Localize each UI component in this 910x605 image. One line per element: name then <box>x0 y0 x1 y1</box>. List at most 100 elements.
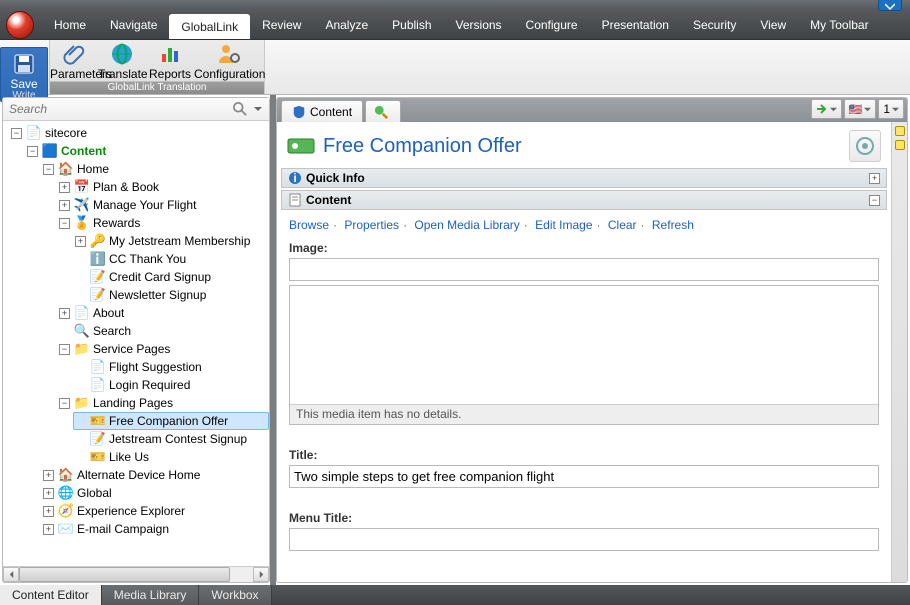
plane-icon: ✈️ <box>74 197 90 213</box>
menu-publish[interactable]: Publish <box>380 10 443 39</box>
tree-node-like-us[interactable]: 🎫Like Us <box>73 448 269 466</box>
link-refresh[interactable]: Refresh <box>652 218 694 232</box>
tree-node-login-required[interactable]: 📄Login Required <box>73 376 269 394</box>
tree-node-plan-book[interactable]: +📅Plan & Book <box>57 178 269 196</box>
tree-node-landing-pages[interactable]: −📁Landing Pages <box>57 394 269 412</box>
bottom-tab-workbox[interactable]: Workbox <box>199 585 271 605</box>
tree-node-service-pages[interactable]: −📁Service Pages <box>57 340 269 358</box>
menu-analyze[interactable]: Analyze <box>313 10 380 39</box>
tree-node-contest-signup[interactable]: 📝Jetstream Contest Signup <box>73 430 269 448</box>
section-quick-info[interactable]: i Quick Info + <box>281 168 887 188</box>
section-content[interactable]: Content − <box>281 190 887 210</box>
tree-node-global[interactable]: +🌐Global <box>41 484 269 502</box>
mail-icon: ✉️ <box>58 521 74 537</box>
configuration-button[interactable]: Configuration <box>194 42 264 81</box>
tree-node-sitecore[interactable]: −📄sitecore <box>9 124 269 142</box>
expand-icon[interactable]: + <box>869 173 880 184</box>
tree-node-newsletter[interactable]: 📝Newsletter Signup <box>73 286 269 304</box>
page-icon: 📄 <box>74 305 90 321</box>
form-icon: 📝 <box>90 431 106 447</box>
bottom-tabbar: Content Editor Media Library Workbox <box>0 585 910 605</box>
menu-review[interactable]: Review <box>250 10 313 39</box>
language-button[interactable]: 🇺🇸 <box>844 99 877 119</box>
save-label: Save <box>1 77 47 91</box>
tree-node-cc-signup[interactable]: 📝Credit Card Signup <box>73 268 269 286</box>
doc-icon: 📄 <box>26 125 42 141</box>
cube-icon: 🟦 <box>42 143 58 159</box>
info-icon: i <box>288 171 302 185</box>
link-edit-image[interactable]: Edit Image <box>535 218 592 232</box>
menu-home[interactable]: Home <box>42 10 98 39</box>
page-title: Free Companion Offer <box>323 135 522 158</box>
tree-node-about[interactable]: +📄About <box>57 304 269 322</box>
menu-presentation[interactable]: Presentation <box>590 10 681 39</box>
ribbon: Save Write Parameters Translate <box>0 40 910 95</box>
ticket-icon: 🎫 <box>90 413 106 429</box>
translate-button[interactable]: Translate <box>98 42 146 81</box>
tree-node-free-companion[interactable]: 🎫Free Companion Offer <box>73 412 269 430</box>
tree-node-email-campaign[interactable]: +✉️E-mail Campaign <box>41 520 269 538</box>
item-options-button[interactable] <box>849 130 881 162</box>
save-button[interactable]: Save Write <box>0 47 48 102</box>
tree-node-manage-flight[interactable]: +✈️Manage Your Flight <box>57 196 269 214</box>
search-dropdown[interactable] <box>249 105 267 113</box>
menu-configure[interactable]: Configure <box>514 10 590 39</box>
folder-icon: 📁 <box>74 341 90 357</box>
tree-node-content[interactable]: −🟦Content <box>25 142 269 160</box>
bottom-tab-content-editor[interactable]: Content Editor <box>0 585 102 605</box>
title-input[interactable] <box>289 465 879 488</box>
link-open-media[interactable]: Open Media Library <box>414 218 519 232</box>
menu-title-field-label: Menu Title: <box>289 506 879 528</box>
warning-marker[interactable] <box>895 126 905 136</box>
tab-content-label: Content <box>310 105 352 119</box>
svg-text:i: i <box>293 171 296 185</box>
tree-pane: −📄sitecore −🟦Content −🏠Home +📅Plan & Boo… <box>2 97 270 583</box>
validation-gutter <box>891 122 907 582</box>
menu-title-input[interactable] <box>289 528 879 551</box>
menu-mytoolbar[interactable]: My Toolbar <box>798 10 880 39</box>
warning-marker[interactable] <box>895 140 905 150</box>
link-browse[interactable]: Browse <box>289 218 329 232</box>
collapse-icon[interactable]: − <box>869 195 880 206</box>
tree-node-flight-suggestion[interactable]: 📄Flight Suggestion <box>73 358 269 376</box>
menu-versions[interactable]: Versions <box>444 10 514 39</box>
tab-add[interactable] <box>365 100 401 122</box>
save-icon <box>12 52 36 76</box>
reports-button[interactable]: Reports <box>146 42 194 81</box>
chart-icon <box>158 42 182 66</box>
menu-navigate[interactable]: Navigate <box>98 10 169 39</box>
tree-node-exp-explorer[interactable]: +🧭Experience Explorer <box>41 502 269 520</box>
tree-node-home[interactable]: −🏠Home <box>41 160 269 178</box>
globe-icon: 🌐 <box>58 485 74 501</box>
link-clear[interactable]: Clear <box>608 218 637 232</box>
gear-icon <box>855 136 875 156</box>
tree-node-search[interactable]: 🔍Search <box>57 322 269 340</box>
doc-icon <box>288 193 302 207</box>
menu-globallink[interactable]: GlobalLink <box>169 14 250 39</box>
configuration-label: Configuration <box>194 67 264 81</box>
tree-node-alt-device[interactable]: +🏠Alternate Device Home <box>41 466 269 484</box>
menu-security[interactable]: Security <box>681 10 748 39</box>
image-path-input[interactable] <box>289 258 879 281</box>
bottom-tab-media-library[interactable]: Media Library <box>102 585 200 605</box>
menu-view[interactable]: View <box>748 10 798 39</box>
tree-node-membership[interactable]: +🔑My Jetstream Membership <box>73 232 269 250</box>
search-input[interactable] <box>5 99 231 119</box>
app-logo[interactable] <box>6 11 34 39</box>
scroll-thumb[interactable] <box>19 567 230 582</box>
scroll-left-icon[interactable] <box>3 567 19 582</box>
tree-node-rewards[interactable]: −🏅Rewards <box>57 214 269 232</box>
tree-hscroll[interactable] <box>3 566 269 582</box>
minimize-button[interactable] <box>878 0 902 11</box>
media-preview-msg: This media item has no details. <box>290 404 878 424</box>
translate-label: Translate <box>98 67 146 81</box>
tab-content[interactable]: Content <box>281 100 363 122</box>
key-icon: 🔑 <box>90 233 106 249</box>
version-button[interactable]: 1 <box>878 99 904 119</box>
scroll-right-icon[interactable] <box>253 567 269 582</box>
link-properties[interactable]: Properties <box>344 218 399 232</box>
nav-arrow-button[interactable] <box>811 99 842 119</box>
search-icon[interactable] <box>231 102 249 116</box>
tree-node-cc-thank-you[interactable]: ℹ️CC Thank You <box>73 250 269 268</box>
parameters-button[interactable]: Parameters <box>50 42 98 81</box>
